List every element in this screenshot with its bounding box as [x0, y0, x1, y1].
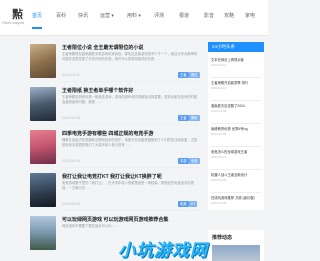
post-thumbnail[interactable]: [30, 173, 56, 207]
nav-item[interactable]: 快讯: [78, 10, 88, 30]
headline-card-title: 24小时头条: [208, 42, 264, 52]
headline-date: 2023-04-10: [211, 86, 227, 90]
headline-title[interactable]: 缘峰教育优势 优秀6号lvg: [211, 126, 261, 131]
recommend-card: 推荐动态: [208, 230, 264, 261]
nav-item[interactable]: 评测: [154, 10, 164, 30]
post-tag[interactable]: KT: [189, 201, 198, 207]
post-date: 2023-04-11: [62, 73, 80, 77]
headline-divider: [211, 169, 261, 170]
headline-item[interactable]: 电竞怎么的全球游戏王者 2023-04-07: [211, 149, 261, 159]
headline-divider: [211, 77, 261, 78]
post-tag[interactable]: 电竞: [189, 158, 200, 164]
logo-subtitle: iTech.kaiyun: [2, 20, 25, 25]
site-logo[interactable]: 㸃 iTech.kaiyun: [2, 4, 28, 30]
post-divider: [62, 81, 200, 82]
nav-active-underline: [32, 27, 43, 29]
post-divider: [62, 167, 200, 168]
nav-item[interactable]: 百科: [56, 10, 66, 30]
headline-date: 2023-04-06: [211, 178, 227, 182]
site-header: 㸃 iTech.kaiyun 首页 百科 快讯 运营 ▾ 用料 ▾ 评测 报道 …: [0, 0, 268, 36]
headline-item[interactable]: 文本在网页上再现对象 2023-04-11: [211, 57, 261, 67]
headline-date: 2023-04-11: [211, 63, 227, 67]
post-thumbnail[interactable]: [30, 130, 56, 164]
post-tag[interactable]: 王者: [178, 115, 189, 121]
post-title[interactable]: 王者限位小说 全王最无谓限位的小说: [62, 44, 200, 51]
headline-divider: [211, 123, 261, 124]
headline-date: 2023-04-09: [211, 109, 227, 113]
nav-item[interactable]: 攻略: [224, 10, 234, 30]
post-item[interactable]: 王者限位小说 全王最无谓限位的小说 王者荣耀现在越来越受手机游戏玩家喜欢，那玩过…: [30, 42, 200, 82]
headline-title[interactable]: 文本在网页上再现对象: [211, 57, 261, 62]
headline-item[interactable]: 迦南夏天应说服了2024 2023-04-09: [211, 103, 261, 113]
post-date: 2023-04-06: [62, 159, 80, 163]
post-list: 王者限位小说 全王最无谓限位的小说 王者荣耀现在越来越受手机游戏玩家喜欢，那玩过…: [30, 40, 200, 261]
post-divider: [62, 210, 200, 211]
headline-title[interactable]: 机器人战斗王者全新设计: [211, 172, 261, 177]
post-excerpt: 电竞游戏圈子里的「我打让」，在许多年轻人的眼里就是一场较量。想想这些电竞选手的表…: [62, 181, 194, 190]
post-date: 2023-04-08: [62, 116, 80, 120]
recommend-card-title: 推荐动态: [212, 235, 233, 241]
headline-card: 24小时头条 文本在网页上再现对象 2023-04-11 王者荣耀开启新赛季 排行…: [208, 42, 264, 210]
nav-item[interactable]: 家电: [245, 10, 255, 30]
post-title[interactable]: 王者限纸 换王者单手哪个软件好: [62, 87, 200, 94]
post-title[interactable]: 可以玩绿网页游戏 可以玩游戏网页游戏推荐合集: [62, 216, 200, 223]
post-divider: [62, 124, 200, 125]
headline-item[interactable]: 缘峰教育优势 优秀6号lvg 2023-04-08: [211, 126, 261, 136]
headline-divider: [211, 192, 261, 193]
post-tag[interactable]: 王者: [178, 72, 189, 78]
post-excerpt: 网页游戏不需要下载安装也可以玩……: [62, 224, 119, 228]
post-thumbnail[interactable]: [30, 216, 56, 250]
nav-item[interactable]: 运营 ▾: [100, 10, 114, 30]
headline-item[interactable]: 机器人战斗王者全新设计 2023-04-06: [211, 172, 261, 182]
headline-date: 2023-04-08: [211, 132, 227, 136]
headline-divider: [211, 100, 261, 101]
post-date: 2023-04-05: [62, 202, 80, 206]
post-excerpt: 王者荣耀现在越来越受手机游戏玩家喜欢，那玩过这款游戏的不少于一个，我估计你大概率…: [62, 52, 198, 61]
post-thumbnail[interactable]: [30, 87, 56, 121]
recommend-image[interactable]: [212, 245, 260, 261]
nav-item[interactable]: 影音: [204, 10, 214, 30]
post-tag[interactable]: 手游: [178, 158, 189, 164]
post-tag[interactable]: 限纸: [189, 115, 200, 121]
post-title[interactable]: 我打让我让电竞打KT 我打让我让KT换胖了呢: [62, 173, 200, 180]
post-excerpt: 王者荣耀说到底也是一款竞技游戏，游戏的操作和手感都相当的重要。很多玩家在游戏的时…: [62, 95, 198, 104]
headline-item[interactable]: 在线玩游戏推荐 方便 (最长服) 2023-04-05: [211, 195, 261, 205]
headline-date: 2023-04-05: [211, 201, 227, 205]
post-tag[interactable]: 电竞: [178, 201, 189, 207]
post-thumbnail[interactable]: [30, 44, 56, 78]
post-title[interactable]: 四季电竞手游有哪些 四城正规的电竞手游: [62, 130, 200, 137]
nav-item[interactable]: 报道: [179, 10, 189, 30]
headline-divider: [211, 146, 261, 147]
logo-mark: 㸃: [12, 9, 23, 21]
nav-item[interactable]: 用料 ▾: [127, 10, 141, 30]
headline-date: 2023-04-07: [211, 155, 227, 159]
main-nav: 首页 百科 快讯 运营 ▾ 用料 ▾ 评测 报道 影音 攻略 家电 更多: [32, 10, 268, 30]
headline-title[interactable]: 在线玩游戏推荐 方便 (最长服): [211, 195, 261, 200]
sidebar: 24小时头条 文本在网页上再现对象 2023-04-11 王者荣耀开启新赛季 排行…: [208, 40, 264, 261]
post-item[interactable]: 四季电竞手游有哪些 四城正规的电竞手游 随着社会经济的发展和互联网技术的进步，电…: [30, 128, 200, 168]
site-watermark: 小坑游戏网: [118, 241, 208, 260]
nav-home[interactable]: 首页: [32, 10, 43, 30]
post-item[interactable]: 我打让我让电竞打KT 我打让我让KT换胖了呢 电竞游戏圈子里的「我打让」，在许多…: [30, 171, 200, 211]
headline-title[interactable]: 电竞怎么的全球游戏王者: [211, 149, 261, 154]
post-excerpt: 随着社会经济的发展和互联网技术的进步，电竞行业也越来越受到了人们的关注和喜爱，尤…: [62, 138, 198, 147]
post-item[interactable]: 王者限纸 换王者单手哪个软件好 王者荣耀说到底也是一款竞技游戏，游戏的操作和手感…: [30, 85, 200, 125]
headline-title[interactable]: 王者荣耀开启新赛季 排行: [211, 80, 261, 85]
post-tag[interactable]: 限位: [189, 72, 200, 78]
headline-item[interactable]: 王者荣耀开启新赛季 排行 2023-04-10: [211, 80, 261, 90]
headline-title[interactable]: 迦南夏天应说服了2024: [211, 103, 261, 108]
